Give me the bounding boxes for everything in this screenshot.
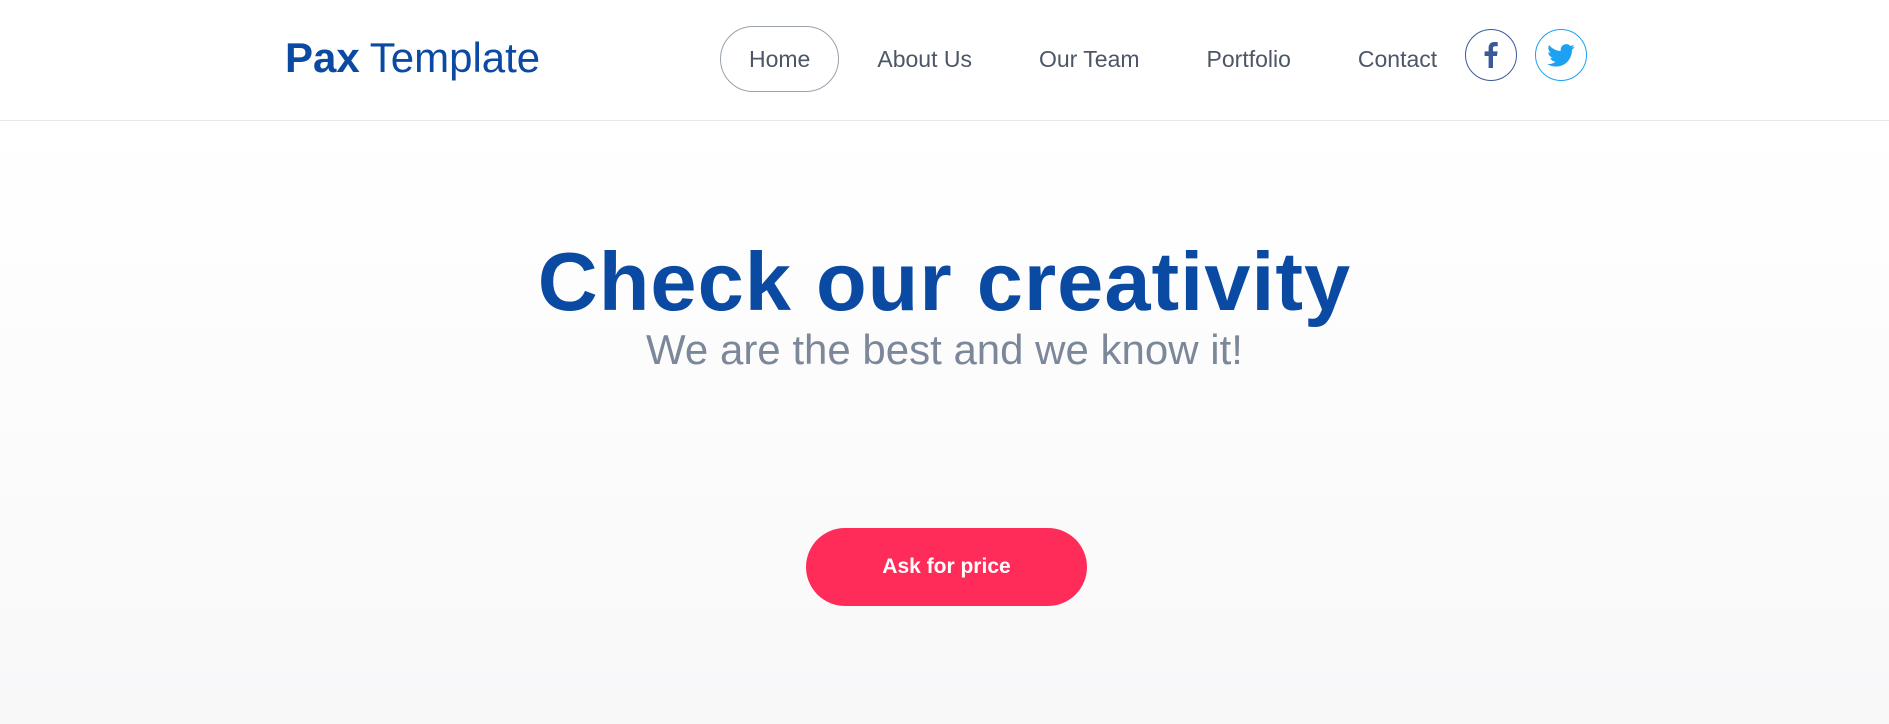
ask-for-price-button[interactable]: Ask for price bbox=[806, 528, 1087, 606]
hero-title: Check our creativity bbox=[537, 235, 1352, 328]
logo-light-text: Template bbox=[369, 34, 541, 81]
nav-item-portfolio[interactable]: Portfolio bbox=[1178, 26, 1320, 92]
nav-item-home[interactable]: Home bbox=[720, 26, 840, 92]
facebook-button[interactable] bbox=[1465, 29, 1517, 81]
twitter-button[interactable] bbox=[1535, 29, 1587, 81]
hero-section: Check our creativity We are the best and… bbox=[0, 122, 1889, 724]
logo-bold-text: Pax bbox=[285, 34, 360, 81]
main-nav: Home About Us Our Team Portfolio Contact bbox=[720, 26, 1475, 92]
twitter-icon bbox=[1547, 43, 1575, 67]
nav-item-contact[interactable]: Contact bbox=[1329, 26, 1466, 92]
hero-subtitle: We are the best and we know it! bbox=[646, 326, 1243, 373]
site-header: Pax Template Home About Us Our Team Portf… bbox=[0, 0, 1889, 121]
facebook-icon bbox=[1484, 42, 1498, 68]
site-logo[interactable]: Pax Template bbox=[285, 33, 540, 83]
nav-item-our-team[interactable]: Our Team bbox=[1010, 26, 1169, 92]
nav-item-about-us[interactable]: About Us bbox=[848, 26, 1001, 92]
